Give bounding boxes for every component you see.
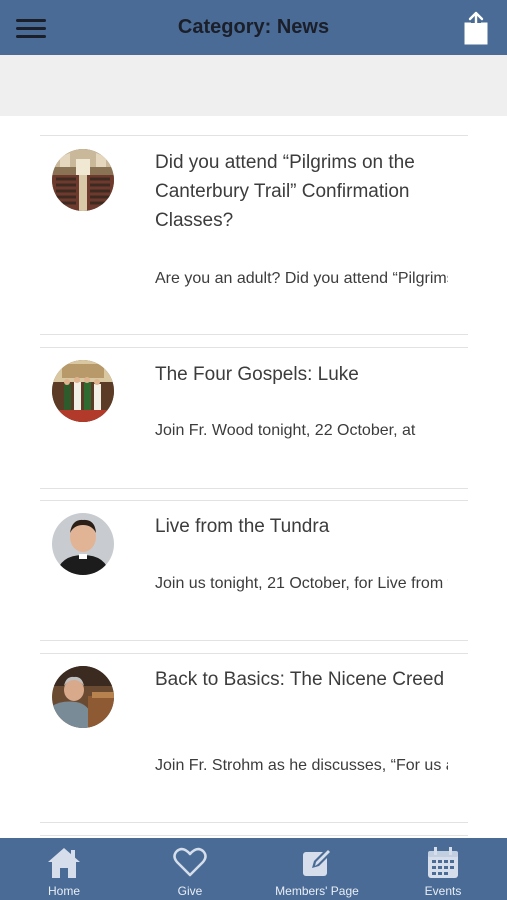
post-excerpt: Join Fr. Wood tonight, 22 October, at xyxy=(155,422,416,439)
calendar-icon xyxy=(428,847,458,878)
tab-events[interactable]: Events xyxy=(380,838,506,900)
tab-members-page[interactable]: Members' Page xyxy=(254,838,380,900)
tab-label: Home xyxy=(47,884,80,898)
news-post-item[interactable]: Did you attend “Pilgrims on the Canterbu… xyxy=(40,135,468,335)
heart-icon xyxy=(173,847,207,877)
post-excerpt: Are you an adult? Did you attend “Pilgri… xyxy=(155,270,448,287)
post-title: Did you attend “Pilgrims on the Canterbu… xyxy=(155,152,415,231)
post-thumbnail-altar-clergy xyxy=(52,360,114,422)
tab-label: Give xyxy=(177,884,203,898)
bottom-tab-bar: Home Give Members' Page Events xyxy=(0,838,507,900)
post-thumbnail-priest-portrait xyxy=(52,513,114,575)
news-post-item[interactable]: Back to Basics: The Nicene Creed Join Fr… xyxy=(40,653,468,823)
post-thumbnail-church-interior xyxy=(52,149,114,211)
tab-give[interactable]: Give xyxy=(127,838,253,900)
home-icon xyxy=(48,848,80,878)
category-header-band xyxy=(0,55,507,116)
tab-label: Events xyxy=(424,884,462,898)
news-post-item[interactable]: The Four Gospels: Luke Join Fr. Wood ton… xyxy=(40,347,468,489)
post-title: The Four Gospels: Luke xyxy=(155,364,359,385)
top-navigation-bar: Category: News xyxy=(0,0,507,55)
post-thumbnail-speaker-at-lectern xyxy=(52,666,114,728)
news-post-list[interactable]: Did you attend “Pilgrims on the Canterbu… xyxy=(0,116,507,838)
post-title: Back to Basics: The Nicene Creed xyxy=(155,669,445,690)
post-title: Live from the Tundra xyxy=(155,516,330,537)
post-excerpt: Join Fr. Strohm as he discusses, “For us… xyxy=(155,757,448,774)
tab-home[interactable]: Home xyxy=(1,838,127,900)
tab-label: Members' Page xyxy=(275,884,359,898)
share-icon[interactable] xyxy=(463,11,489,45)
edit-icon xyxy=(303,847,333,876)
post-excerpt: Join us tonight, 21 October, for Live fr… xyxy=(155,575,448,592)
news-post-item[interactable]: Live from the Tundra Join us tonight, 21… xyxy=(40,500,468,641)
page-title: Category: News xyxy=(177,16,330,38)
